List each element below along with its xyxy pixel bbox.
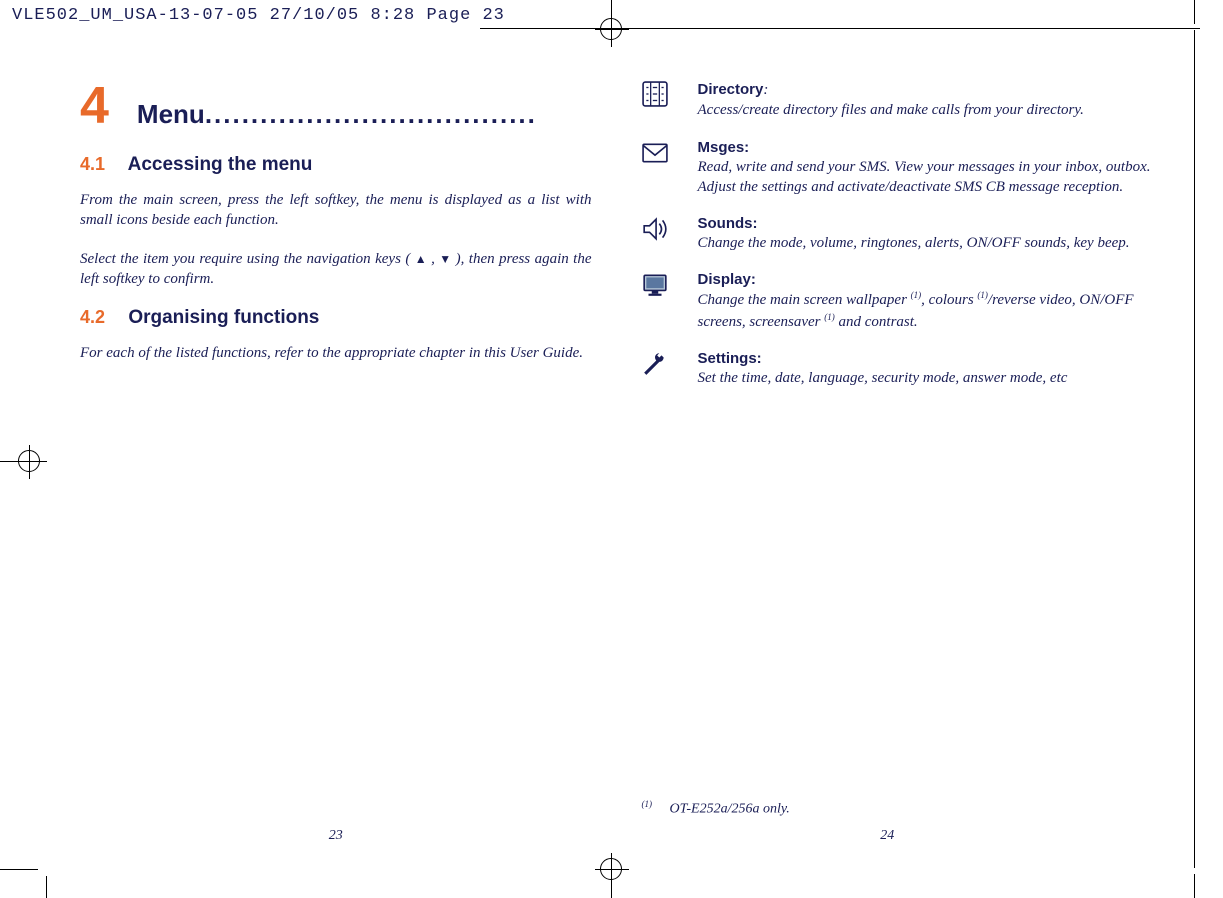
function-title: Directory [698, 81, 764, 98]
function-description: Change the main screen wallpaper (1), co… [698, 292, 1134, 329]
footnote: (1) OT-E252a/256a only. [642, 799, 790, 818]
text-fragment: , [427, 251, 440, 267]
page-number: 23 [60, 828, 612, 844]
envelope-icon [642, 140, 668, 166]
chapter-heading: 4 Menu .................................… [80, 80, 592, 132]
wrench-icon [642, 351, 668, 377]
chapter-number: 4 [80, 80, 109, 132]
text-fragment: Select the item you require using the na… [80, 251, 415, 267]
directory-icon [642, 81, 668, 107]
function-display: Display: Change the main screen wallpape… [642, 271, 1154, 332]
page-left: 4 Menu .................................… [60, 70, 612, 858]
function-title: Sounds: [698, 215, 758, 232]
footnote-marker: (1) [642, 799, 653, 809]
page-right: Directory: Access/create directory files… [612, 70, 1164, 858]
chapter-title: Menu [137, 99, 205, 130]
page-number: 24 [612, 828, 1164, 844]
paragraph: For each of the listed functions, refer … [80, 343, 592, 363]
registration-mark-left [0, 436, 46, 486]
function-description: Change the mode, volume, ringtones, aler… [698, 235, 1130, 251]
section-heading-4-2: 4.2 Organising functions [80, 307, 592, 329]
speaker-icon [642, 216, 668, 242]
section-number: 4.2 [80, 307, 105, 327]
function-description: Access/create directory files and make c… [698, 102, 1084, 118]
function-sounds: Sounds: Change the mode, volume, rington… [642, 215, 1154, 253]
function-title: Settings: [698, 350, 762, 367]
nav-up-icon: ▲ [415, 251, 427, 267]
monitor-icon [642, 272, 668, 298]
function-description: Read, write and send your SMS. View your… [698, 159, 1151, 195]
function-title: Msges: [698, 139, 750, 156]
section-number: 4.1 [80, 154, 105, 174]
function-settings: Settings: Set the time, date, language, … [642, 350, 1154, 388]
registration-mark-bottom [586, 852, 636, 898]
printer-header: VLE502_UM_USA-13-07-05 27/10/05 8:28 Pag… [12, 6, 505, 25]
function-description: Set the time, date, language, security m… [698, 370, 1068, 386]
function-title: Display: [698, 271, 756, 288]
paragraph: From the main screen, press the left sof… [80, 190, 592, 231]
paragraph: Select the item you require using the na… [80, 249, 592, 290]
crop-line-right [1194, 30, 1195, 868]
function-directory: Directory: Access/create directory files… [642, 80, 1154, 121]
dot-leader: .................................... [205, 99, 537, 130]
nav-down-icon: ▼ [439, 251, 451, 267]
function-colon: : [763, 82, 768, 98]
registration-mark-top [586, 0, 636, 46]
section-title: Organising functions [128, 307, 319, 328]
function-messages: Msges: Read, write and send your SMS. Vi… [642, 139, 1154, 198]
section-heading-4-1: 4.1 Accessing the menu [80, 154, 592, 176]
section-title: Accessing the menu [128, 154, 313, 175]
footnote-text: OT-E252a/256a only. [670, 802, 790, 817]
